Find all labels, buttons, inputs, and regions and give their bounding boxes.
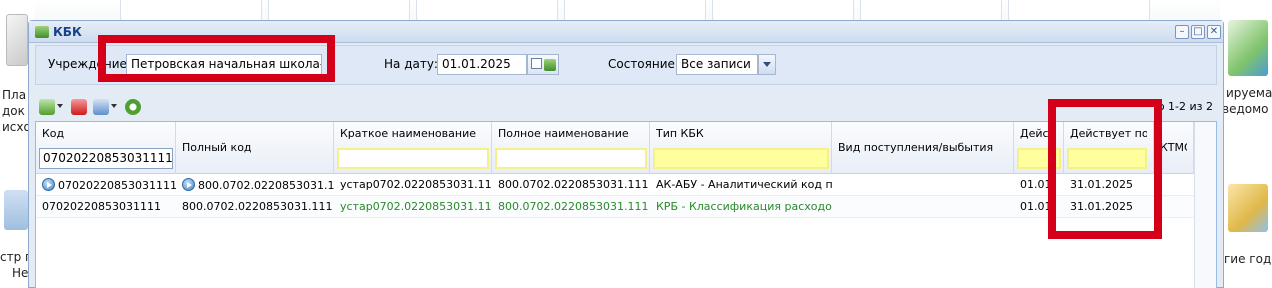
column-kind[interactable]: Вид поступления/выбытия (832, 122, 1014, 174)
full-code-text: 800.0702.0220853031.111 (198, 179, 334, 192)
column-type[interactable]: Тип КБК (650, 122, 832, 174)
play-icon[interactable] (42, 178, 55, 191)
desktop-tile[interactable] (712, 0, 854, 22)
kbk-grid: Код 07020220853031111 Полный код Краткое… (35, 121, 1217, 288)
column-label: Полный код (182, 141, 252, 154)
desktop-tile[interactable] (120, 0, 262, 22)
type-filter-input[interactable] (653, 148, 829, 169)
date-label: На дату: (384, 57, 438, 71)
code-cell[interactable]: 07020220853031111 (36, 196, 176, 218)
refresh-date-icon (544, 59, 556, 71)
state-select[interactable]: Все записи (676, 54, 758, 75)
code-filter-input[interactable]: 07020220853031111 (39, 148, 173, 169)
chevron-down-icon (763, 62, 771, 67)
desktop-label[interactable]: исхо (2, 120, 31, 134)
table-row[interactable]: 07020220853031111 800.0702.0220853031.11… (36, 196, 1194, 218)
date-field[interactable]: 01.01.2025 (437, 54, 527, 75)
code-text: 07020220853031111 (58, 179, 176, 192)
close-button[interactable]: ✕ (1207, 25, 1221, 39)
short-name-cell[interactable]: устар0702.0220853031.111 (334, 196, 492, 218)
state-dropdown-button[interactable] (758, 54, 776, 75)
type-cell[interactable]: КРБ - Классификация расходов (650, 196, 832, 218)
desktop-label[interactable]: док (2, 104, 25, 118)
highlight-valid-to (1048, 99, 1162, 239)
desktop-tile[interactable] (860, 0, 1002, 22)
grid-scroll-area[interactable] (1194, 122, 1216, 288)
column-label: Полное наименование (498, 127, 629, 140)
column-label: Краткое наименование (340, 127, 476, 140)
refresh-icon[interactable] (125, 99, 141, 115)
chevron-down-icon[interactable] (57, 104, 63, 108)
column-label: Тип КБК (656, 127, 704, 140)
window-icon (35, 25, 49, 38)
grid-toolbar: о 1-2 из 2 (35, 97, 1217, 117)
column-full-code[interactable]: Полный код (176, 122, 334, 174)
desktop-tile[interactable] (268, 0, 410, 22)
full-name-filter-input[interactable] (495, 148, 647, 169)
kind-cell[interactable] (832, 174, 1014, 196)
kind-cell[interactable] (832, 196, 1014, 218)
folder-icon[interactable] (1228, 184, 1268, 232)
column-full-name[interactable]: Полное наименование (492, 122, 650, 174)
column-label: КТМО (1160, 141, 1187, 154)
type-cell[interactable]: АК-АБУ - Аналитический код по... (650, 174, 832, 196)
short-name-filter-input[interactable] (337, 148, 489, 169)
dialog-title: КБК (53, 24, 82, 39)
register-icon[interactable] (1228, 20, 1268, 76)
pager-info: о 1-2 из 2 (1157, 100, 1213, 113)
column-short-name[interactable]: Краткое наименование (334, 122, 492, 174)
add-icon[interactable] (39, 99, 55, 115)
full-name-cell[interactable]: 800.0702.0220853031.111 (492, 174, 650, 196)
column-code[interactable]: Код 07020220853031111 (36, 122, 176, 174)
minimize-button[interactable]: – (1175, 25, 1189, 39)
desktop-label[interactable]: ируема (1226, 86, 1272, 100)
desktop-label[interactable]: Пла (2, 88, 26, 102)
chevron-down-icon[interactable] (111, 104, 117, 108)
column-label: Код (42, 127, 65, 140)
highlight-institution (98, 35, 335, 82)
short-name-cell[interactable]: устар0702.0220853031.111 (334, 174, 492, 196)
calendar-icon (531, 58, 542, 69)
desktop-tile[interactable] (1008, 0, 1150, 22)
date-picker-button[interactable] (527, 54, 559, 75)
table-row[interactable]: 07020220853031111 800.0702.0220853031.11… (36, 174, 1194, 196)
desktop-label[interactable]: ведомо (1222, 102, 1269, 116)
code-cell[interactable]: 07020220853031111 (36, 174, 176, 196)
desktop-tile[interactable] (564, 0, 706, 22)
state-label: Состояние: (608, 57, 679, 71)
column-label: Вид поступления/выбытия (838, 141, 994, 154)
full-code-cell[interactable]: 800.0702.0220853031.111 (176, 174, 334, 196)
building-icon[interactable] (4, 190, 28, 230)
desktop-label[interactable]: Не (12, 266, 28, 280)
delete-icon[interactable] (71, 99, 87, 115)
desktop-right-column: ируема ведомо гие года (1220, 0, 1272, 288)
maximize-button[interactable]: □ (1191, 25, 1205, 39)
full-code-cell[interactable]: 800.0702.0220853031.111 (176, 196, 334, 218)
desktop-label[interactable]: гие года (1224, 252, 1272, 266)
document-icon[interactable] (6, 14, 28, 66)
full-name-cell[interactable]: 800.0702.0220853031.111 (492, 196, 650, 218)
desktop-tile[interactable] (416, 0, 558, 22)
grid-header: Код 07020220853031111 Полный код Краткое… (36, 122, 1194, 174)
play-icon[interactable] (182, 178, 195, 191)
list-icon[interactable] (93, 99, 109, 115)
